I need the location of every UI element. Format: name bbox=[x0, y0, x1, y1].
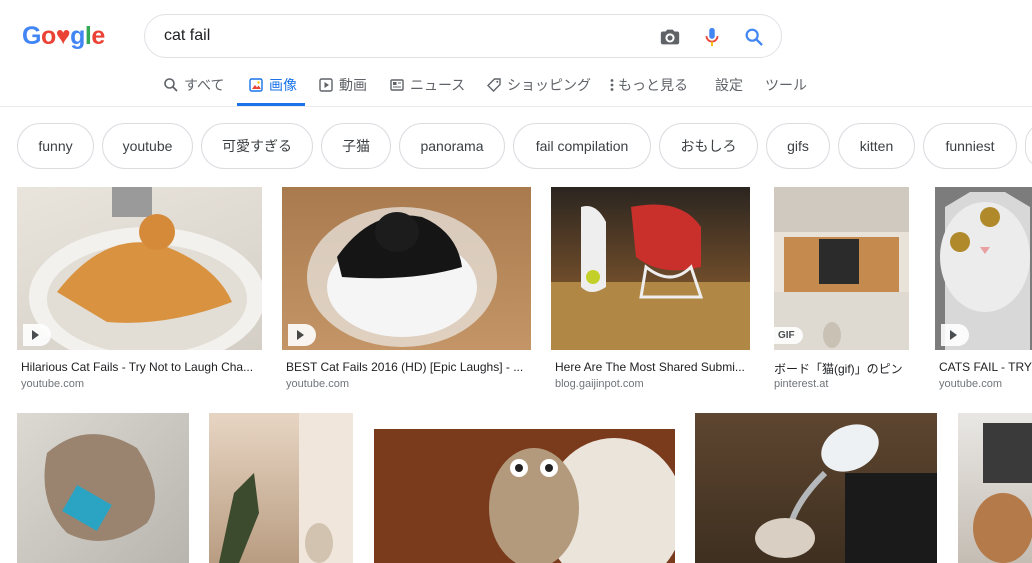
tab-images[interactable]: 画像 bbox=[237, 75, 305, 106]
tab-shopping[interactable]: ショッピング bbox=[486, 75, 591, 109]
result-thumbnail[interactable] bbox=[935, 187, 1032, 350]
chip-omoshiro[interactable]: おもしろ bbox=[659, 123, 758, 169]
result-thumbnail[interactable] bbox=[209, 413, 353, 563]
logo-letter: e bbox=[91, 22, 105, 50]
result-thumbnail[interactable]: GIF bbox=[774, 187, 909, 350]
chip-kitten-jp[interactable]: 子猫 bbox=[321, 123, 391, 169]
logo-letter: G bbox=[22, 22, 41, 50]
tab-videos[interactable]: 動画 bbox=[318, 75, 367, 109]
result-thumbnail[interactable] bbox=[551, 187, 750, 350]
chip-kitten[interactable]: kitten bbox=[838, 123, 915, 169]
tab-tools[interactable]: ツール bbox=[765, 75, 807, 109]
tag-icon bbox=[487, 78, 501, 92]
chip-fail-compilation[interactable]: fail compilation bbox=[513, 123, 651, 169]
cat-plant-image bbox=[219, 413, 353, 563]
result-thumbnail[interactable] bbox=[17, 187, 262, 350]
tab-news[interactable]: ニュース bbox=[389, 75, 465, 109]
result-domain[interactable]: youtube.com bbox=[21, 378, 84, 390]
result-thumbnail[interactable] bbox=[17, 413, 189, 563]
cat-in-sink-image bbox=[29, 187, 262, 350]
microphone-icon[interactable] bbox=[701, 26, 723, 48]
cat-collar-image bbox=[44, 434, 155, 541]
cat-water-bowl-image bbox=[755, 424, 937, 563]
logo-letter: o bbox=[40, 22, 56, 50]
result-title[interactable]: BEST Cat Fails 2016 (HD) [Epic Laughs] -… bbox=[286, 360, 524, 374]
more-vert-icon bbox=[610, 79, 614, 91]
header-divider bbox=[0, 106, 1032, 107]
result-thumbnail[interactable] bbox=[695, 413, 937, 563]
result-thumbnail[interactable] bbox=[958, 413, 1032, 563]
tab-all[interactable]: すべて bbox=[163, 75, 224, 109]
result-thumbnail[interactable] bbox=[374, 413, 675, 563]
chip-funny[interactable]: funny bbox=[17, 123, 94, 169]
google-logo[interactable]: Go♥gle bbox=[22, 22, 105, 51]
result-title[interactable]: Hilarious Cat Fails - Try Not to Laugh C… bbox=[21, 360, 259, 374]
search-icon[interactable] bbox=[743, 26, 765, 48]
chip-overflow[interactable] bbox=[1025, 123, 1032, 169]
video-badge bbox=[288, 324, 316, 346]
heart-icon: ♥ bbox=[55, 22, 71, 50]
chip-gifs[interactable]: gifs bbox=[766, 123, 830, 169]
chip-funniest[interactable]: funniest bbox=[923, 123, 1017, 169]
result-title[interactable]: ボード「猫(gif)」のピン bbox=[774, 360, 914, 377]
video-badge bbox=[941, 324, 969, 346]
camera-icon[interactable] bbox=[659, 26, 681, 48]
search-icon bbox=[164, 78, 178, 92]
news-icon bbox=[390, 79, 404, 91]
chip-kawaii[interactable]: 可愛すぎる bbox=[201, 123, 313, 169]
image-icon bbox=[249, 78, 263, 92]
chip-panorama[interactable]: panorama bbox=[399, 123, 505, 169]
chip-youtube[interactable]: youtube bbox=[102, 123, 193, 169]
tab-settings[interactable]: 設定 bbox=[715, 75, 743, 109]
video-icon bbox=[319, 78, 333, 92]
result-domain[interactable]: youtube.com bbox=[286, 378, 349, 390]
kitchen-cat-image bbox=[774, 187, 909, 350]
result-thumbnail[interactable] bbox=[282, 187, 531, 350]
cat-box-image bbox=[973, 423, 1032, 563]
result-domain[interactable]: youtube.com bbox=[939, 378, 1002, 390]
tab-more[interactable]: もっと見る bbox=[608, 75, 688, 109]
cat-standing-image bbox=[551, 204, 750, 350]
video-badge bbox=[23, 324, 51, 346]
result-title[interactable]: Here Are The Most Shared Submi... bbox=[555, 360, 748, 374]
result-domain[interactable]: pinterest.at bbox=[774, 378, 828, 390]
search-box[interactable]: cat fail bbox=[144, 14, 782, 58]
cat-in-bowl-image bbox=[307, 207, 497, 347]
cat-in-toilet-image bbox=[374, 429, 675, 563]
result-domain[interactable]: blog.gaijinpot.com bbox=[555, 378, 644, 390]
logo-letter: g bbox=[70, 22, 85, 50]
search-input[interactable]: cat fail bbox=[164, 27, 210, 45]
result-title[interactable]: CATS FAIL - TRY bbox=[939, 360, 1032, 374]
gif-badge: GIF bbox=[774, 327, 803, 344]
